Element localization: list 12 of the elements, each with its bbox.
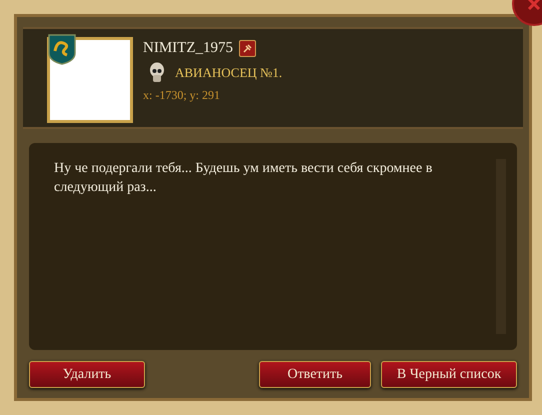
action-button[interactable]: В Черный список <box>381 361 517 388</box>
shield-icon <box>47 33 77 65</box>
close-icon <box>527 0 541 11</box>
pin-button[interactable] <box>239 40 256 57</box>
sender-name: NIMITZ_1975 <box>143 39 233 58</box>
skull-icon <box>149 62 165 84</box>
sender-title: АВИАНОСЕЦ №1. <box>175 64 282 82</box>
action-button[interactable]: Удалить <box>29 361 145 388</box>
action-button[interactable]: Ответить <box>259 361 371 388</box>
pin-icon <box>243 44 252 53</box>
coordinates-text: x: -1730; y: 291 <box>143 86 221 104</box>
message-text: Ну че подергали тебя... Будешь ум иметь вести себя скромнее в следующий раз... <box>54 160 434 197</box>
